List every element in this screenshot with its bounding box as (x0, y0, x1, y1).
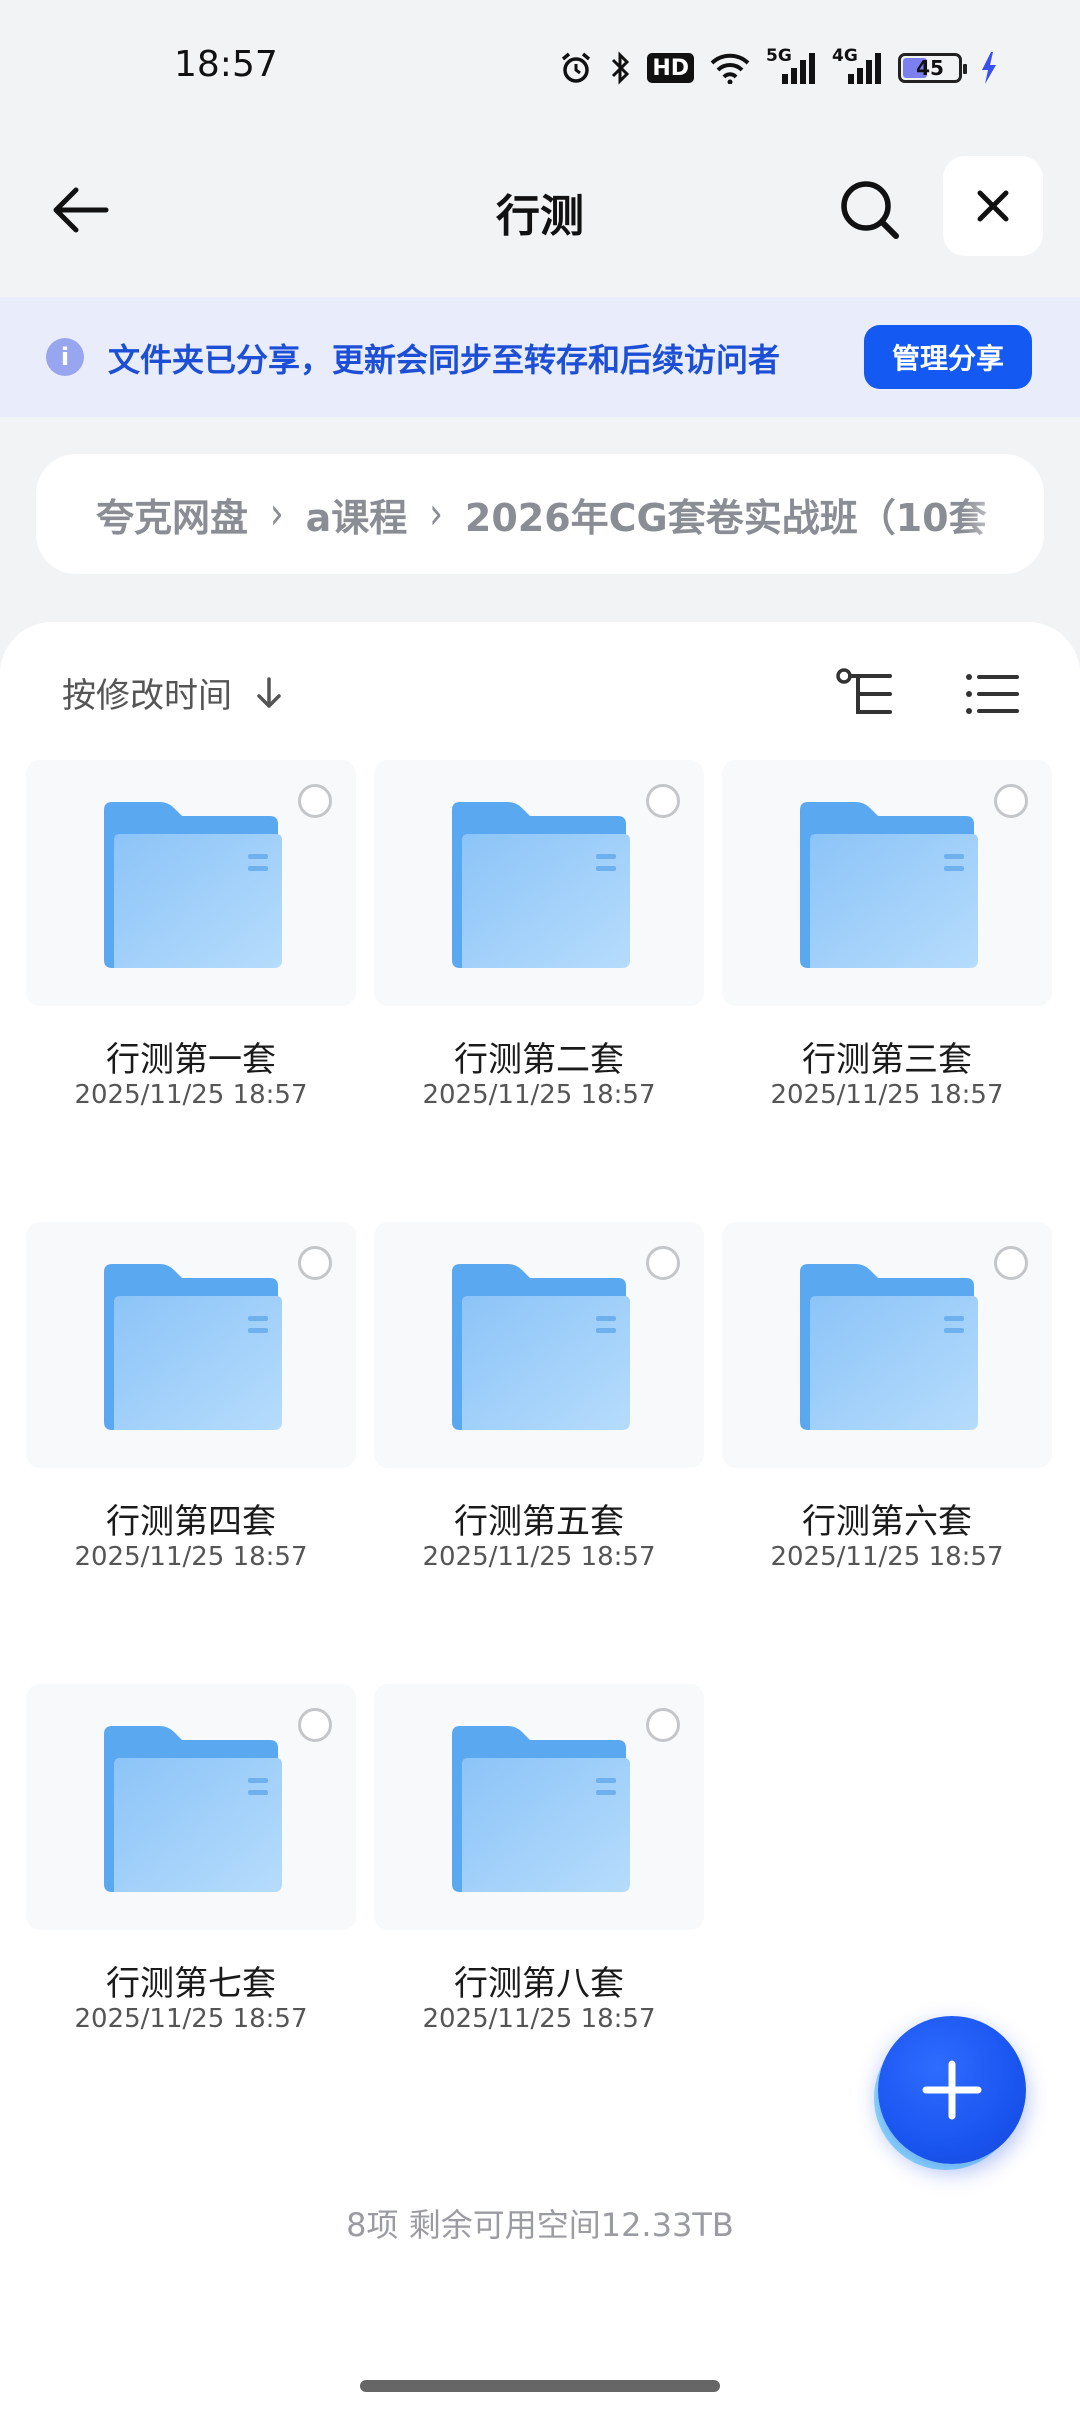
folder-item[interactable]: 行测第二套 2025/11/25 18:57 (374, 760, 704, 1140)
folder-thumbnail[interactable] (722, 1222, 1052, 1468)
folder-icon (800, 1264, 978, 1430)
folder-item[interactable]: 行测第七套 2025/11/25 18:57 (26, 1684, 356, 2064)
battery-icon: 45 (898, 53, 967, 83)
close-icon (977, 190, 1009, 222)
info-icon: i (46, 338, 84, 376)
folder-name: 行测第七套 (106, 1964, 276, 2004)
close-button[interactable] (943, 156, 1043, 256)
folder-name: 行测第六套 (802, 1502, 972, 1542)
folder-name: 行测第四套 (106, 1502, 276, 1542)
select-checkbox[interactable] (646, 1246, 680, 1280)
select-checkbox[interactable] (646, 1708, 680, 1742)
folder-item[interactable]: 行测第六套 2025/11/25 18:57 (722, 1222, 1052, 1602)
tree-view-icon (836, 668, 892, 714)
folder-thumbnail[interactable] (374, 760, 704, 1006)
folder-icon (452, 1264, 630, 1430)
folder-item[interactable]: 行测第五套 2025/11/25 18:57 (374, 1222, 704, 1602)
plus-icon (922, 2060, 982, 2120)
folder-date: 2025/11/25 18:57 (422, 1542, 656, 1572)
folder-item[interactable]: 行测第三套 2025/11/25 18:57 (722, 760, 1052, 1140)
charging-icon (980, 46, 998, 90)
folder-item[interactable]: 行测第四套 2025/11/25 18:57 (26, 1222, 356, 1602)
signal-4g-icon: 4G (832, 46, 882, 90)
breadcrumb-separator: › (270, 488, 284, 540)
home-indicator[interactable] (360, 2380, 720, 2392)
storage-info: 8项 剩余可用空间12.33TB (346, 2206, 734, 2244)
folder-icon (800, 802, 978, 968)
sort-label: 按修改时间 (62, 676, 232, 716)
folder-name: 行测第一套 (106, 1040, 276, 1080)
folder-icon (104, 1726, 282, 1892)
page-title: 行测 (496, 191, 584, 242)
search-icon (841, 181, 899, 239)
folder-date: 2025/11/25 18:57 (422, 1080, 656, 1110)
folder-date: 2025/11/25 18:57 (74, 1542, 308, 1572)
folder-thumbnail[interactable] (374, 1684, 704, 1930)
status-time: 18:57 (174, 44, 278, 85)
folder-icon (104, 802, 282, 968)
breadcrumb-separator: › (429, 488, 443, 540)
sort-down-arrow-icon (257, 676, 281, 708)
folder-date: 2025/11/25 18:57 (770, 1542, 1004, 1572)
bluetooth-icon (609, 46, 631, 90)
share-notice-text: 文件夹已分享，更新会同步至转存和后续访问者 (108, 341, 781, 379)
app-screen: 18:57 HD 5G 4G 45 行测 i 文件夹已分享，更新会同步至转存和后… (0, 0, 1080, 2412)
folder-name: 行测第八套 (454, 1964, 624, 2004)
signal-5g-icon: 5G (766, 46, 816, 90)
header: 行测 (0, 150, 1080, 270)
breadcrumb-item-class[interactable]: 2026年CG套卷实战班（10套 (465, 487, 987, 542)
folder-icon (104, 1264, 282, 1430)
breadcrumb-item-root[interactable]: 夸克网盘 (96, 487, 248, 542)
folder-date: 2025/11/25 18:57 (422, 2004, 656, 2034)
alarm-icon (559, 46, 593, 90)
breadcrumb-item-course[interactable]: a课程 (306, 487, 408, 542)
folder-date: 2025/11/25 18:57 (770, 1080, 1004, 1110)
folder-date: 2025/11/25 18:57 (74, 1080, 308, 1110)
select-checkbox[interactable] (298, 1246, 332, 1280)
share-banner: i 文件夹已分享，更新会同步至转存和后续访问者 管理分享 (0, 297, 1080, 417)
folder-icon (452, 802, 630, 968)
select-checkbox[interactable] (646, 784, 680, 818)
add-button[interactable] (878, 2016, 1026, 2164)
folder-item[interactable]: 行测第八套 2025/11/25 18:57 (374, 1684, 704, 2064)
manage-share-button[interactable]: 管理分享 (864, 325, 1032, 389)
folder-thumbnail[interactable] (26, 1222, 356, 1468)
select-checkbox[interactable] (298, 1708, 332, 1742)
wifi-icon (710, 46, 750, 90)
list-view-button[interactable] (960, 662, 1024, 726)
status-bar: 18:57 HD 5G 4G 45 (0, 0, 1080, 140)
folder-thumbnail[interactable] (722, 760, 1052, 1006)
select-checkbox[interactable] (994, 1246, 1028, 1280)
hd-icon: HD (647, 53, 694, 83)
list-view-icon (966, 674, 1019, 714)
status-icons: HD 5G 4G 45 (559, 46, 998, 90)
folder-item[interactable]: 行测第一套 2025/11/25 18:57 (26, 760, 356, 1140)
folder-thumbnail[interactable] (374, 1222, 704, 1468)
sort-button[interactable]: 按修改时间 (62, 668, 284, 717)
tree-view-button[interactable] (834, 662, 898, 726)
folder-thumbnail[interactable] (26, 1684, 356, 1930)
breadcrumb: 夸克网盘 › a课程 › 2026年CG套卷实战班（10套 (36, 454, 1044, 574)
folder-name: 行测第五套 (454, 1502, 624, 1542)
select-checkbox[interactable] (298, 784, 332, 818)
folder-thumbnail[interactable] (26, 760, 356, 1006)
select-checkbox[interactable] (994, 784, 1028, 818)
folder-name: 行测第二套 (454, 1040, 624, 1080)
search-button[interactable] (830, 170, 910, 250)
folder-date: 2025/11/25 18:57 (74, 2004, 308, 2034)
folder-name: 行测第三套 (802, 1040, 972, 1080)
folder-icon (452, 1726, 630, 1892)
